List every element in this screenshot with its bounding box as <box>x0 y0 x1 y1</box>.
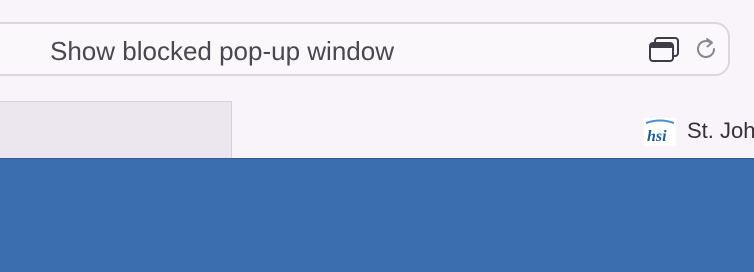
reload-icon[interactable] <box>693 36 719 62</box>
page-content <box>0 158 754 272</box>
tab-inactive[interactable] <box>0 101 232 159</box>
favicon-text: hsi <box>647 128 667 145</box>
hsi-logo-icon: hsi <box>644 118 676 146</box>
popup-window-icon[interactable] <box>648 36 680 64</box>
tab-title: St. Joh <box>687 118 754 143</box>
blocked-popup-message[interactable]: Show blocked pop-up window <box>50 35 394 67</box>
browser-window: Show blocked pop-up window hsi St. Joh <box>0 0 754 272</box>
